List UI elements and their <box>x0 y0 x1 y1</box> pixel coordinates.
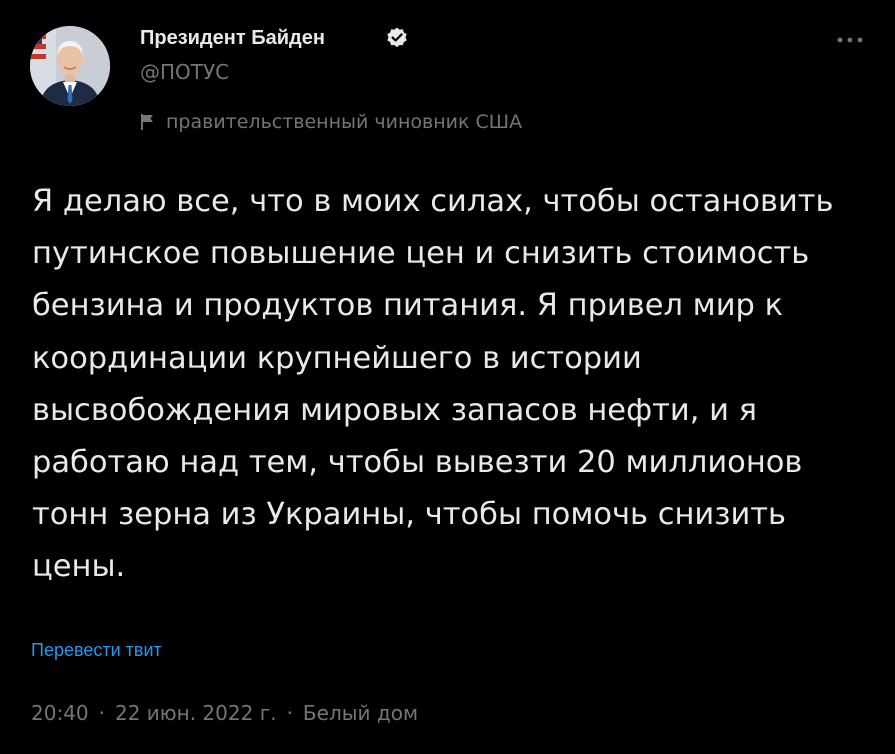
more-options-icon[interactable] <box>834 32 866 48</box>
author-handle[interactable]: @ПОТУС <box>140 60 229 84</box>
meta-separator: · <box>98 701 105 725</box>
tweet-time[interactable]: 20:40 <box>31 701 89 725</box>
tweet-date[interactable]: 22 июн. 2022 г. <box>115 701 277 725</box>
flag-icon <box>141 114 153 130</box>
tweet-text: Я делаю все, что в моих силах, чтобы ост… <box>32 184 834 585</box>
tweet-source[interactable]: Белый дом <box>303 701 418 725</box>
avatar[interactable] <box>30 26 110 106</box>
government-label[interactable]: правительственный чиновник США <box>140 110 522 134</box>
tweet-card: Президент Байден @ПОТУС правительственны… <box>0 0 895 754</box>
tweet-meta: 20:40 · 22 июн. 2022 г. · Белый дом <box>31 698 418 728</box>
verified-badge-icon <box>387 27 407 48</box>
translate-tweet-link[interactable]: Перевести твит <box>31 640 162 661</box>
author-name[interactable]: Президент Байден <box>140 27 325 50</box>
avatar-photo-icon <box>30 26 110 106</box>
government-label-text: правительственный чиновник США <box>166 111 523 133</box>
meta-separator: · <box>286 701 293 725</box>
